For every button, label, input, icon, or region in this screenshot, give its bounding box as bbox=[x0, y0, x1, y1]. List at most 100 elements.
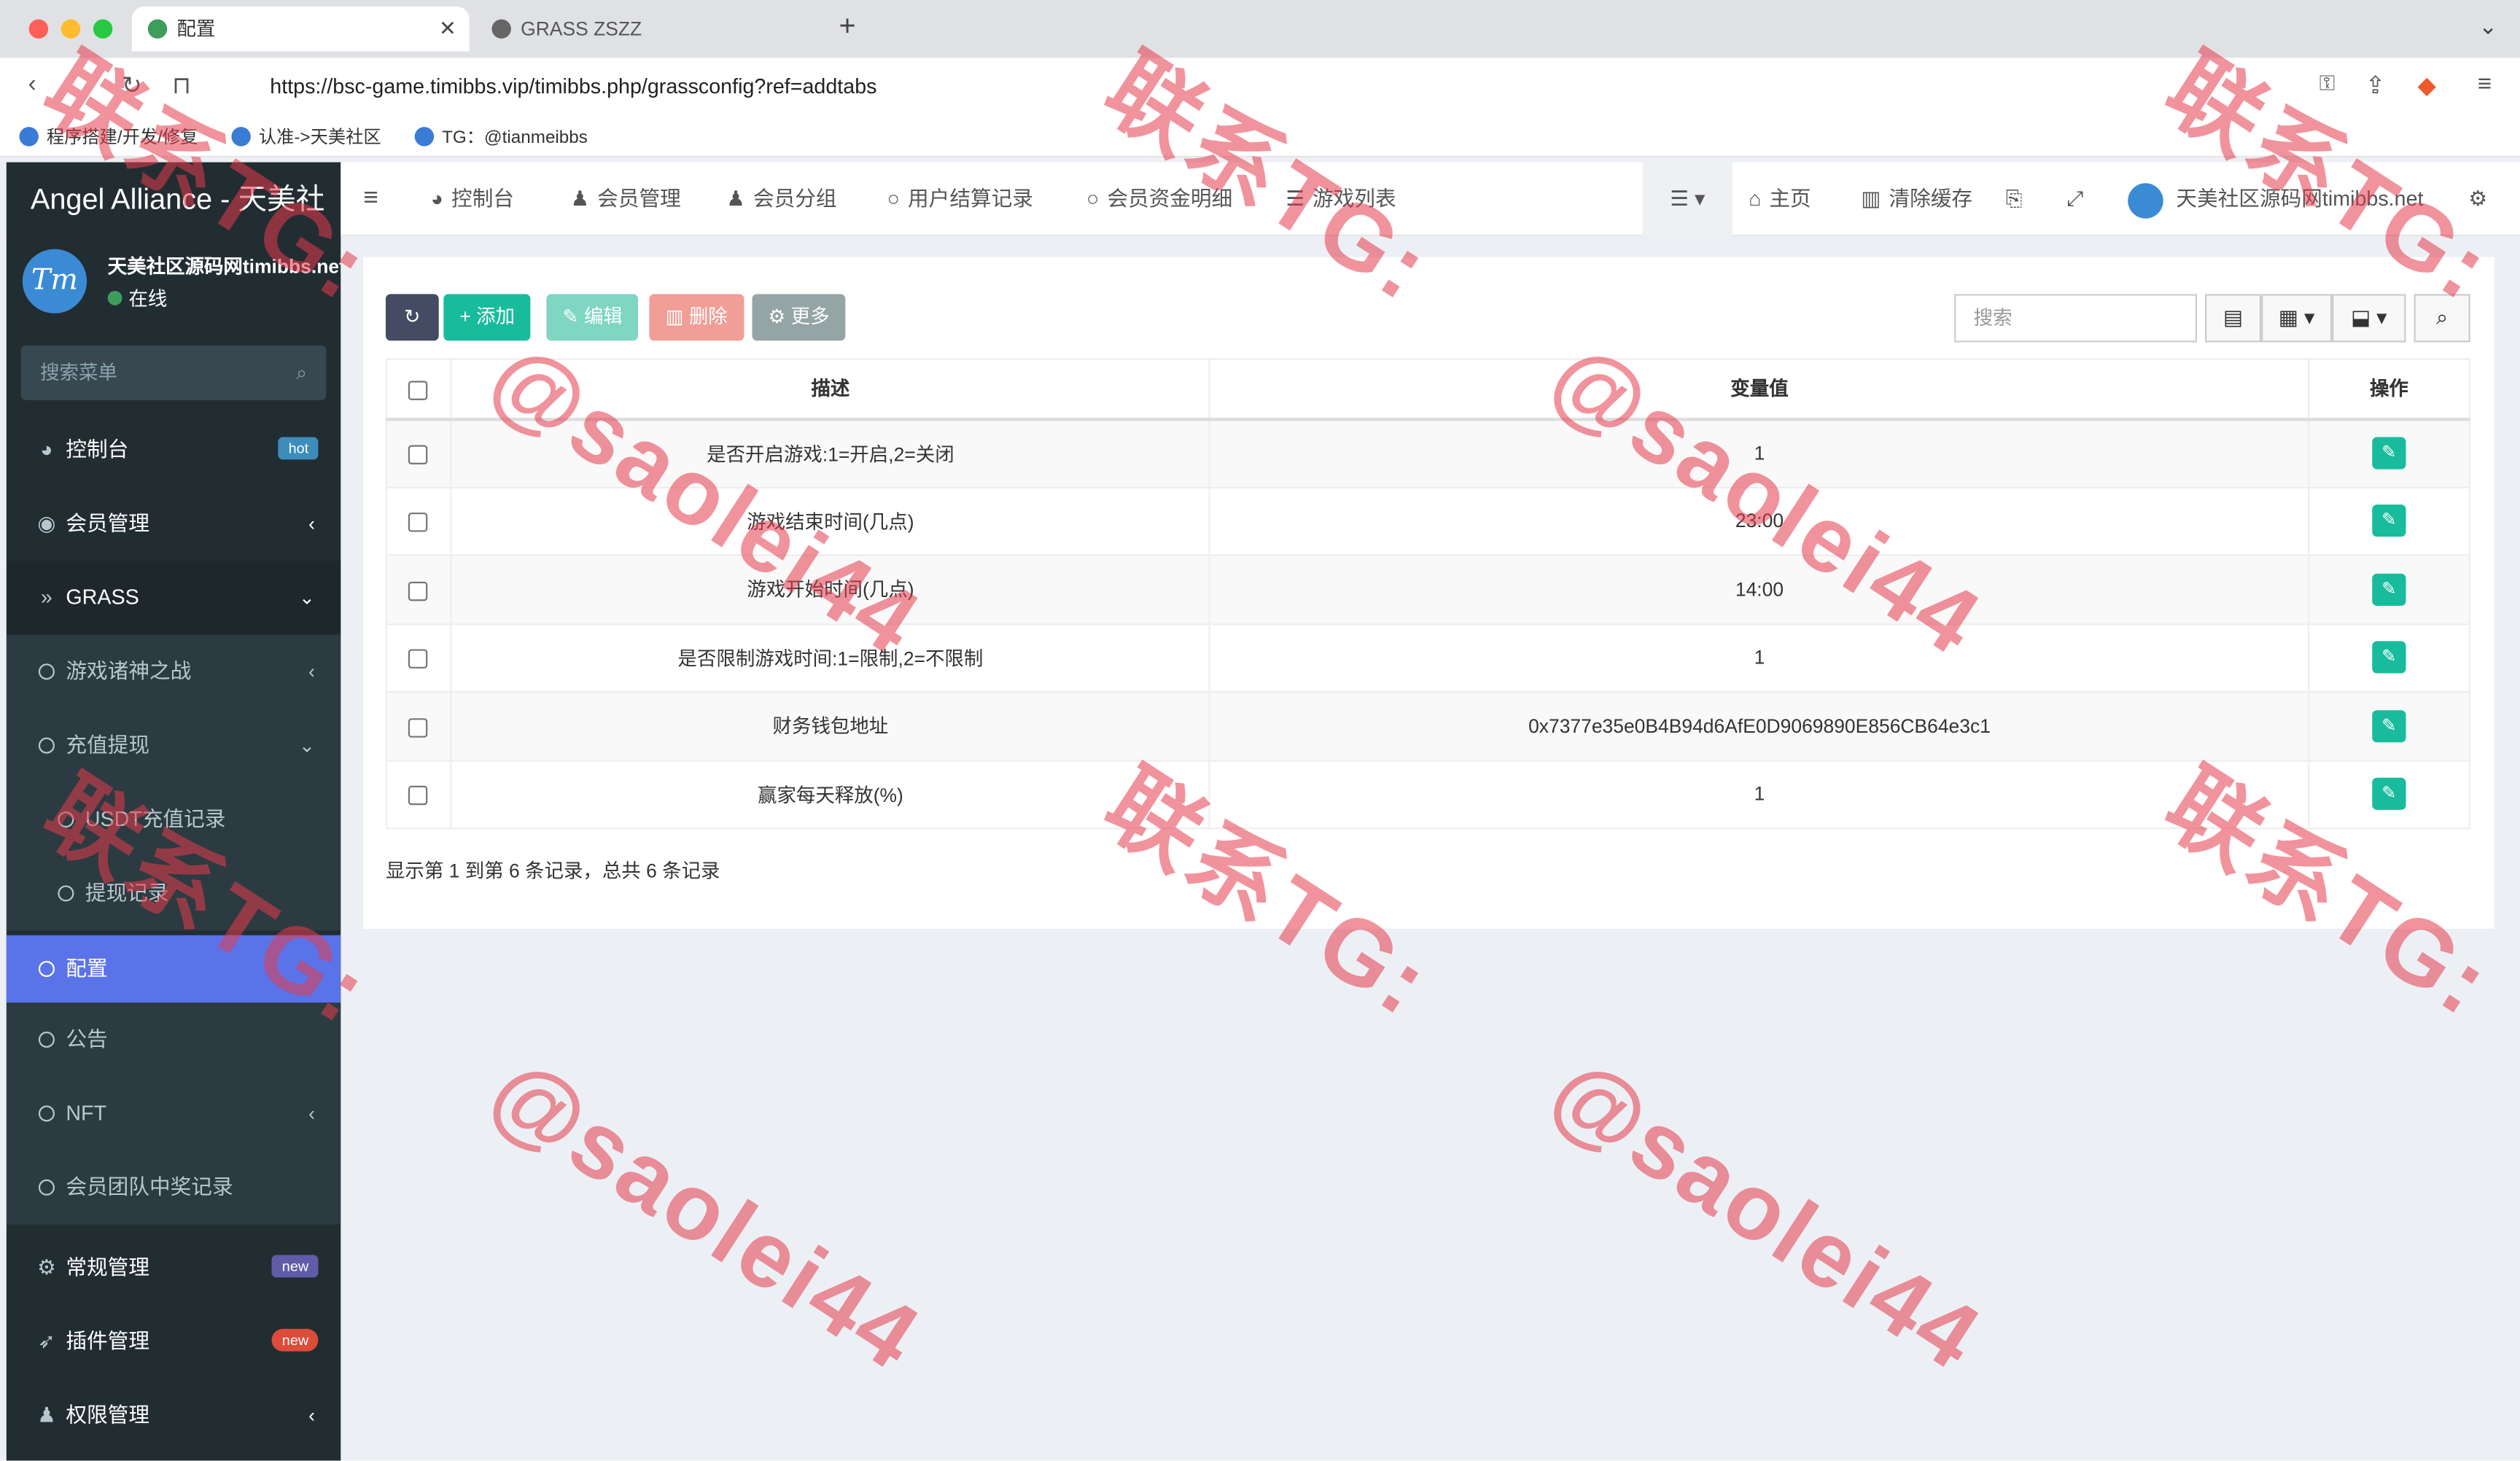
cell-actions: ✎ bbox=[2308, 486, 2470, 556]
tab-list-chevron-icon[interactable]: ⌄ bbox=[2478, 13, 2497, 40]
user-panel: Tm 天美社区源码网timibbs.net 在线 bbox=[7, 236, 341, 332]
nav-tab-game-list[interactable]: ☰ 游戏列表 bbox=[1286, 163, 1396, 236]
row-checkbox[interactable] bbox=[408, 649, 429, 669]
nav-tab-funds[interactable]: ○ 会员资金明细 bbox=[1086, 163, 1232, 236]
caret-down-icon: ▾ bbox=[1694, 186, 1706, 211]
edit-row-button[interactable]: ✎ bbox=[2372, 573, 2406, 606]
column-header-value[interactable]: 变量值 bbox=[1209, 358, 2310, 421]
sidebar-item-nft[interactable]: NFT ‹ bbox=[6, 1076, 341, 1151]
refresh-icon: ↻ bbox=[404, 305, 421, 328]
table-search-input[interactable]: 搜索 bbox=[1954, 294, 2198, 343]
new-tab-button[interactable]: + bbox=[839, 9, 856, 43]
search-icon: ⌕ bbox=[2436, 305, 2449, 330]
cell-value: 0x7377e35e0B4B94d6AfE0D9069890E856CB64e3… bbox=[1209, 690, 2310, 761]
sidebar-item-auth[interactable]: ♟ 权限管理 ‹ bbox=[7, 1379, 341, 1452]
minimize-window-button[interactable] bbox=[61, 19, 81, 39]
row-select-cell bbox=[385, 623, 452, 693]
sidebar-item-general[interactable]: ⚙ 常规管理 new bbox=[7, 1231, 341, 1304]
nav-more-dropdown[interactable]: ☰ ▾ bbox=[1642, 162, 1733, 237]
chevron-left-icon: ‹ bbox=[308, 513, 316, 535]
bookmark-icon[interactable]: ⊓ bbox=[166, 71, 198, 99]
edit-row-button[interactable]: ✎ bbox=[2372, 504, 2406, 537]
edit-row-button[interactable]: ✎ bbox=[2372, 437, 2406, 470]
address-bar[interactable]: https://bsc-game.timibbs.vip/timibbs.php… bbox=[211, 66, 2302, 108]
sidebar-item-team-prize[interactable]: 会员团队中奖记录 bbox=[6, 1150, 341, 1225]
delete-button[interactable]: ▥ 删除 bbox=[649, 294, 744, 341]
row-checkbox[interactable] bbox=[408, 717, 429, 737]
menu-toggle-icon[interactable]: ≡ bbox=[363, 163, 378, 236]
sidebar-search-input[interactable]: 搜索菜单 ⌕ bbox=[20, 345, 327, 400]
chevron-down-icon: ⌄ bbox=[298, 734, 316, 757]
cell-desc: 财务钱包地址 bbox=[450, 690, 1211, 761]
row-checkbox[interactable] bbox=[408, 445, 429, 464]
config-table: 描述 变量值 操作 是否开启游戏:1=开启,2=关闭 1 ✎ 游戏结束时间(几点… bbox=[385, 358, 2470, 830]
search-button[interactable]: ⌕ bbox=[2414, 294, 2470, 343]
bookmark-item[interactable]: 程序搭建/开发/修复 bbox=[19, 124, 198, 149]
row-select-cell bbox=[385, 486, 452, 556]
sidebar-item-plugins[interactable]: ➶ 插件管理 new bbox=[7, 1305, 341, 1379]
cell-value: 23:00 bbox=[1209, 486, 2310, 556]
toggle-view-button[interactable]: ▤ bbox=[2205, 294, 2262, 343]
browser-tab[interactable]: GRASS ZSZZ bbox=[475, 7, 822, 52]
sidebar-item-notice[interactable]: 公告 bbox=[6, 1002, 341, 1077]
site-user-menu[interactable]: 天美社区源码网timibbs.net bbox=[2128, 163, 2424, 236]
refresh-button[interactable]: ↻ bbox=[385, 294, 439, 341]
sidebar-item-config[interactable]: 配置 bbox=[6, 935, 341, 1003]
translate-icon[interactable]: ⎘ bbox=[2006, 163, 2023, 236]
app-logo[interactable]: Angel Alliance - 天美社 bbox=[6, 162, 341, 237]
home-link[interactable]: ⌂ 主页 bbox=[1749, 163, 1811, 236]
row-checkbox[interactable] bbox=[408, 785, 429, 806]
row-select-cell bbox=[385, 554, 452, 625]
columns-button[interactable]: ▦ ▾ bbox=[2261, 294, 2333, 343]
settings-gear-icon[interactable]: ⚙ bbox=[2468, 163, 2487, 236]
nav-tab-dashboard[interactable]: ◕ 控制台 bbox=[431, 163, 514, 236]
tab-close-icon[interactable]: ✕ bbox=[439, 7, 456, 52]
add-button[interactable]: + 添加 bbox=[443, 294, 532, 341]
circle-icon: ○ bbox=[1086, 186, 1100, 211]
edit-row-button[interactable]: ✎ bbox=[2372, 778, 2406, 811]
sidebar-item-dashboard[interactable]: ◕ 控制台 hot bbox=[7, 413, 341, 486]
caret-down-icon: ▾ bbox=[2303, 305, 2315, 330]
brave-shield-icon[interactable]: ◆ bbox=[2411, 71, 2443, 99]
back-icon[interactable]: ‹ bbox=[16, 71, 48, 98]
sidebar-item-recharge[interactable]: 充值提现 ⌄ bbox=[6, 709, 341, 783]
nav-tab-settlement[interactable]: ○ 用户结算记录 bbox=[887, 163, 1033, 236]
row-select-cell bbox=[385, 418, 452, 488]
column-header-desc[interactable]: 描述 bbox=[450, 358, 1211, 421]
browser-menu-icon[interactable]: ≡ bbox=[2468, 71, 2500, 98]
cell-desc: 游戏开始时间(几点) bbox=[450, 554, 1211, 625]
more-button[interactable]: ⚙ 更多 bbox=[752, 294, 846, 341]
bookmark-item[interactable]: TG：@tianmeibbs bbox=[414, 124, 588, 149]
share-icon[interactable]: ⇪ bbox=[2360, 71, 2392, 99]
maximize-window-button[interactable] bbox=[93, 19, 113, 39]
key-icon[interactable]: ⚿ bbox=[2311, 71, 2343, 96]
row-checkbox[interactable] bbox=[408, 513, 429, 532]
row-checkbox[interactable] bbox=[408, 580, 429, 601]
sidebar-item-grass[interactable]: » GRASS ⌄ bbox=[6, 561, 341, 635]
sidebar-item-usdt-recharge[interactable]: USDT充值记录 bbox=[6, 782, 341, 857]
reload-icon[interactable]: ↻ bbox=[116, 71, 148, 99]
nav-tab-member-groups[interactable]: ♟ 会员分组 bbox=[726, 163, 836, 236]
group-icon: ♟ bbox=[37, 1403, 56, 1427]
sidebar-item-members[interactable]: ◉ 会员管理 ‹ bbox=[7, 487, 341, 561]
bookmarks-bar: 程序搭建/开发/修复 认准->天美社区 TG：@tianmeibbs bbox=[0, 115, 2520, 158]
fullscreen-icon[interactable]: ⤢ bbox=[2066, 163, 2083, 236]
edit-row-button[interactable]: ✎ bbox=[2372, 709, 2406, 742]
clear-cache-button[interactable]: ▥ 清除缓存 bbox=[1861, 163, 1972, 236]
select-all-checkbox[interactable] bbox=[408, 380, 429, 400]
browser-tab-active[interactable]: 配置 ✕ bbox=[131, 6, 470, 52]
content-panel: ↻ + 添加 ✎ 编辑 ▥ 删除 ⚙ 更多 搜索 ▤ ▦ ▾ ⬓ ▾ ⌕ 描述 … bbox=[363, 257, 2494, 929]
sidebar-item-game[interactable]: 游戏诸神之战 ‹ bbox=[6, 634, 341, 709]
nav-tab-members[interactable]: ♟ 会员管理 bbox=[570, 163, 680, 236]
bookmark-item[interactable]: 认准->天美社区 bbox=[231, 124, 381, 149]
close-window-button[interactable] bbox=[28, 19, 49, 39]
edit-row-button[interactable]: ✎ bbox=[2372, 641, 2406, 674]
chevron-left-icon: ‹ bbox=[308, 1404, 316, 1427]
watermark: @saolei44 bbox=[1533, 1037, 1999, 1391]
sidebar-item-withdraw[interactable]: 提现记录 bbox=[6, 856, 341, 931]
search-icon[interactable]: ⌕ bbox=[296, 346, 307, 400]
circle-icon bbox=[38, 961, 55, 978]
edit-button[interactable]: ✎ 编辑 bbox=[546, 294, 639, 341]
table-row: 是否限制游戏时间:1=限制,2=不限制 1 ✎ bbox=[385, 623, 2470, 693]
export-button[interactable]: ⬓ ▾ bbox=[2332, 294, 2406, 343]
